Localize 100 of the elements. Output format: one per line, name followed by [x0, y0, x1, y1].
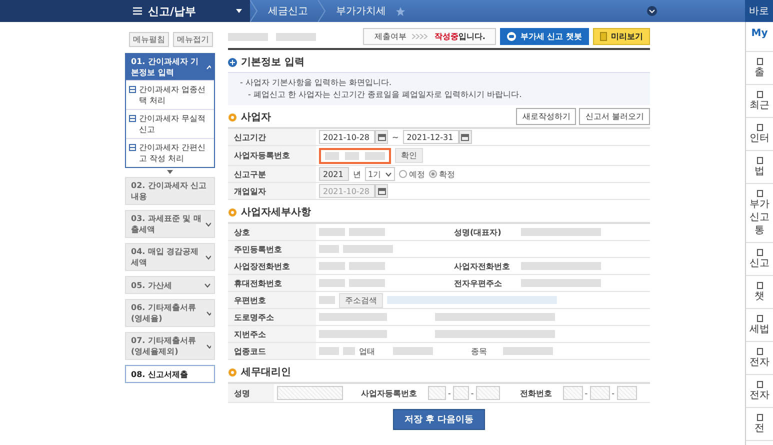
square-icon [756, 190, 762, 197]
square-icon [756, 58, 762, 65]
address-search-button[interactable]: 주소검색 [339, 292, 383, 308]
date-field[interactable]: 2021-10-28 [319, 130, 375, 144]
blurred-text [349, 262, 385, 270]
radio-option[interactable]: 확정 [429, 168, 455, 180]
year-field[interactable]: 2021 [319, 167, 349, 181]
field-label: 신고기간 [228, 129, 316, 145]
blurred-text [343, 347, 355, 355]
field-label: 지번주소 [228, 326, 316, 342]
calendar-icon[interactable] [458, 130, 472, 144]
field-label: 신고구분 [228, 166, 316, 182]
square-icon [756, 249, 762, 256]
blurred-text [319, 296, 335, 304]
bullet-icon [228, 112, 237, 122]
confirm-button[interactable]: 확인 [395, 148, 423, 163]
plus-circle-icon [228, 58, 237, 66]
bullet-icon [228, 208, 237, 216]
radio-option[interactable]: 예정 [399, 168, 425, 180]
quick-menu-item[interactable]: 챗 [746, 276, 773, 309]
chevron-separator-icon [250, 0, 258, 22]
square-icon [756, 282, 762, 289]
save-next-button[interactable]: 저장 후 다음이동 [393, 409, 485, 430]
field-label: 개업일자 [228, 183, 316, 199]
blurred-text [319, 262, 345, 270]
blurred-text [319, 245, 339, 253]
quick-menu-item[interactable]: 전자 [746, 342, 773, 375]
menu-title[interactable]: 신고/납부 [125, 0, 250, 22]
name-field[interactable] [277, 386, 343, 400]
nav-title: 신고/납부 [148, 4, 198, 18]
action-button[interactable]: 신고서 불러오기 [579, 108, 650, 124]
blurred-text [319, 228, 345, 236]
blurred-text [349, 228, 385, 236]
blurred-text [365, 152, 385, 160]
quick-menu-item[interactable]: 법 [746, 151, 773, 184]
square-icon [756, 124, 762, 131]
document-icon [600, 32, 607, 41]
input-field[interactable] [562, 386, 583, 400]
quick-menu-title: 바로 [745, 0, 773, 22]
arrows-icon [412, 34, 428, 39]
chevron-down-icon [206, 344, 211, 348]
term-select[interactable]: 1기 [365, 167, 395, 181]
dash: - [584, 388, 588, 398]
field-label: 주민등록번호 [228, 241, 316, 257]
expand-icon[interactable] [647, 6, 657, 16]
date-field[interactable]: 2021-12-31 [402, 130, 459, 144]
step-item[interactable]: 08. 신고서제출 [125, 365, 215, 383]
blurred-text [319, 313, 387, 321]
quick-menu-item[interactable]: 전 [746, 408, 773, 441]
calendar-icon[interactable] [375, 184, 388, 198]
blurred-text [503, 347, 553, 355]
dash: - [470, 388, 474, 398]
blurred-text [343, 245, 393, 253]
input-field[interactable] [476, 386, 500, 400]
range-separator: ~ [392, 132, 399, 142]
quick-menu-item[interactable]: 세법 [746, 309, 773, 342]
section-title: 기본정보 입력 [241, 56, 304, 69]
input-field[interactable] [590, 386, 610, 400]
menu-toggle-button[interactable]: 메뉴펼침 [129, 32, 169, 47]
down-arrow-icon [167, 170, 173, 174]
quick-menu-item[interactable]: 전자 [746, 375, 773, 408]
menu-icon [133, 7, 142, 15]
breadcrumb[interactable]: 부가가치세 [326, 4, 396, 18]
calendar-icon[interactable] [375, 130, 388, 144]
menu-toggle-button[interactable]: 메뉴접기 [173, 32, 213, 47]
quick-menu-item[interactable]: 최근 [746, 85, 773, 118]
quick-menu-item[interactable]: 부가 신고 통 [746, 184, 773, 243]
quick-menu-item[interactable]: 인터 [746, 118, 773, 151]
input-field[interactable] [616, 386, 637, 400]
notice-text: - 사업자 기본사항을 입력하는 화면입니다. [240, 77, 393, 89]
breadcrumb[interactable]: 세금신고 [258, 4, 318, 18]
field-label: 성명 [228, 384, 274, 402]
chatbot-button[interactable]: 부가세 신고 챗봇 [500, 28, 589, 45]
blurred-text [228, 32, 268, 40]
section-title: 사업자세부사항 [241, 206, 311, 219]
section-title: 세무대리인 [241, 366, 291, 379]
notice-text: - 폐업신고 한 사업자는 신고기간 종료일을 폐업일자로 입력하시기 바랍니다. [247, 89, 523, 101]
blurred-text [325, 152, 339, 160]
input-field[interactable] [452, 386, 469, 400]
field-label: 사업장전화번호 [228, 258, 316, 274]
minus-icon [129, 115, 136, 122]
square-icon [756, 381, 762, 388]
square-icon [756, 91, 762, 98]
field-label: 도로명주소 [228, 309, 316, 325]
input-field[interactable] [428, 386, 446, 400]
action-button[interactable]: 새로작성하기 [516, 108, 576, 124]
field-label: 상호 [228, 224, 316, 240]
quick-menu-item[interactable]: 출 [746, 52, 773, 85]
square-icon [756, 348, 762, 355]
quick-menu-item[interactable]: 신고 [746, 243, 773, 276]
step-item[interactable]: 01. 간이과세자 기본정보 입력 [126, 54, 214, 80]
chevron-down-icon [385, 172, 392, 176]
blurred-text [349, 279, 385, 287]
field-label: 사업자등록번호 [228, 146, 316, 165]
quick-menu-item[interactable]: My [746, 22, 773, 52]
preview-button[interactable]: 미리보기 [593, 28, 650, 45]
blurred-text [393, 347, 433, 355]
chevron-down-icon [206, 310, 211, 316]
field-label: 업종코드 [228, 343, 316, 359]
chatbot-icon [507, 32, 516, 41]
